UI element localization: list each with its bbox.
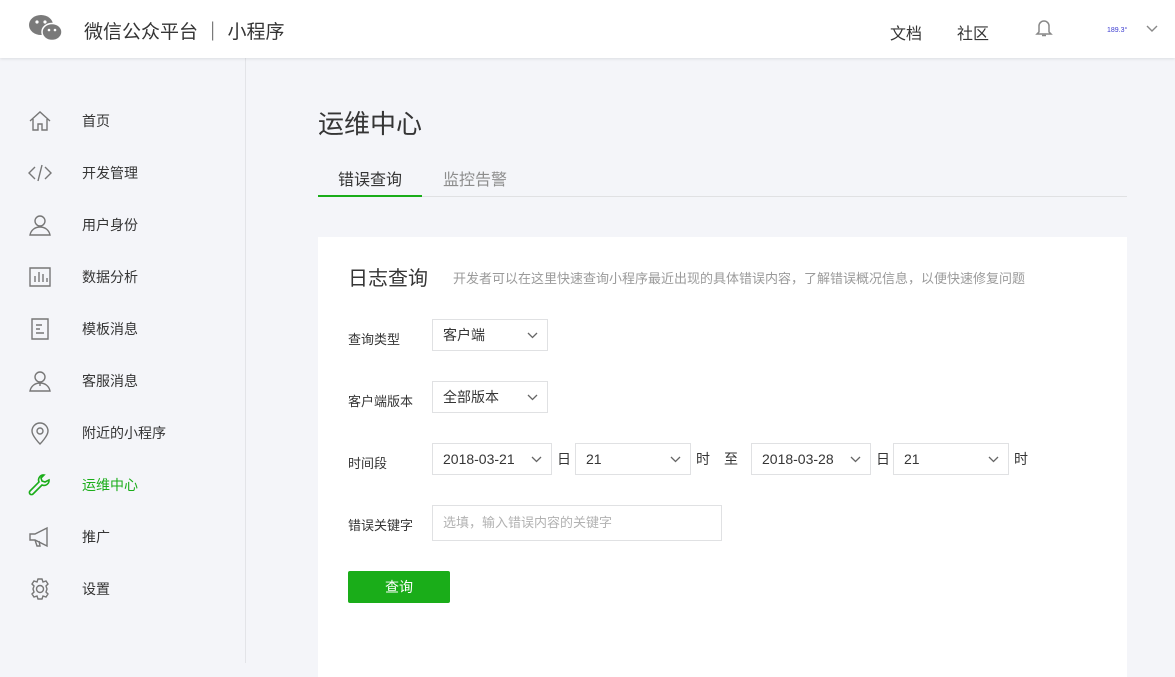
sidebar-item-nearby[interactable]: 附近的小程序 [0,413,245,453]
page-title: 运维中心 [318,109,423,139]
sidebar-item-label: 设置 [82,581,110,597]
selected-value: 2018-03-21 [443,451,515,467]
day-unit: 日 [876,451,890,467]
top-header: 微信公众平台 ｜ 小程序 文档 社区 189.3° [0,0,1175,58]
sidebar-item-label: 用户身份 [82,217,138,233]
sidebar-item-label: 附近的小程序 [82,425,166,441]
document-icon [31,318,49,340]
community-link[interactable]: 社区 [957,20,989,44]
log-query-card: 日志查询 开发者可以在这里快速查询小程序最近出现的具体错误内容，了解错误概况信息… [318,237,1127,677]
day-unit: 日 [557,451,571,467]
selected-value: 21 [904,451,920,467]
sidebar-item-users[interactable]: 用户身份 [0,205,245,245]
user-icon [29,215,51,236]
card-description: 开发者可以在这里快速查询小程序最近出现的具体错误内容，了解错误概况信息，以便快速… [453,271,1026,286]
end-hour-select[interactable]: 21 [893,443,1009,475]
chevron-down-icon [850,456,861,463]
selected-value: 2018-03-28 [762,451,834,467]
chevron-down-icon [988,456,999,463]
chart-icon [29,267,51,287]
to-label: 至 [724,451,738,467]
code-icon [28,164,52,182]
megaphone-icon [29,526,48,548]
sidebar-item-service[interactable]: 客服消息 [0,361,245,401]
hour-unit: 时 [696,451,710,467]
tab-monitor-alerts[interactable]: 监控告警 [443,166,507,197]
sidebar-item-label: 数据分析 [82,269,138,285]
sidebar-item-label: 开发管理 [82,165,138,181]
selected-value: 21 [586,451,602,467]
sidebar-item-dev[interactable]: 开发管理 [0,153,245,193]
support-icon [29,371,51,392]
start-date-select[interactable]: 2018-03-21 [432,443,552,475]
sidebar-item-label: 首页 [82,113,110,129]
bell-icon[interactable] [1035,18,1053,38]
chevron-down-icon [531,456,542,463]
chevron-down-icon[interactable] [1146,22,1158,34]
sidebar-item-label: 模板消息 [82,321,138,337]
version-label: 客户端版本 [348,394,414,409]
query-type-select[interactable]: 客户端 [432,319,548,351]
selected-value: 全部版本 [443,389,499,405]
card-title: 日志查询 [348,268,428,290]
home-icon [29,111,51,131]
sidebar-item-promote[interactable]: 推广 [0,517,245,557]
wechat-logo-icon [29,15,63,42]
keyword-input[interactable]: 选填，输入错误内容的关键字 [432,505,722,541]
wrench-icon [28,474,50,496]
query-button[interactable]: 查询 [348,571,450,603]
sidebar-item-analytics[interactable]: 数据分析 [0,257,245,297]
selected-value: 客户端 [443,327,485,343]
sidebar-item-label: 推广 [82,529,110,545]
sidebar-item-ops[interactable]: 运维中心 [0,465,245,505]
user-account[interactable]: 189.3° [1107,27,1127,34]
sidebar-item-label: 客服消息 [82,373,138,389]
location-icon [31,422,49,445]
gear-icon [31,578,49,600]
brand-title: 微信公众平台 ｜ 小程序 [84,22,285,43]
sidebar-item-template[interactable]: 模板消息 [0,309,245,349]
hour-unit: 时 [1014,451,1028,467]
query-type-label: 查询类型 [348,332,401,347]
time-range-row: 2018-03-21 日 21 时 至 2018-03-28 日 21 时 [318,443,1127,475]
sidebar-item-label: 运维中心 [82,477,138,493]
version-select[interactable]: 全部版本 [432,381,548,413]
sidebar-item-settings[interactable]: 设置 [0,569,245,609]
sidebar-item-home[interactable]: 首页 [0,101,245,141]
tab-error-query[interactable]: 错误查询 [318,166,422,197]
chevron-down-icon [527,394,538,401]
sidebar: 首页 开发管理 用户身份 数据分析 模板消息 客服消息 附近的小程序 运维中心 … [0,58,246,663]
keyword-label: 错误关键字 [348,518,414,533]
chevron-down-icon [527,332,538,339]
tab-bar: 错误查询 监控告警 [318,160,1127,197]
docs-link[interactable]: 文档 [890,20,922,44]
end-date-select[interactable]: 2018-03-28 [751,443,871,475]
start-hour-select[interactable]: 21 [575,443,691,475]
chevron-down-icon [670,456,681,463]
